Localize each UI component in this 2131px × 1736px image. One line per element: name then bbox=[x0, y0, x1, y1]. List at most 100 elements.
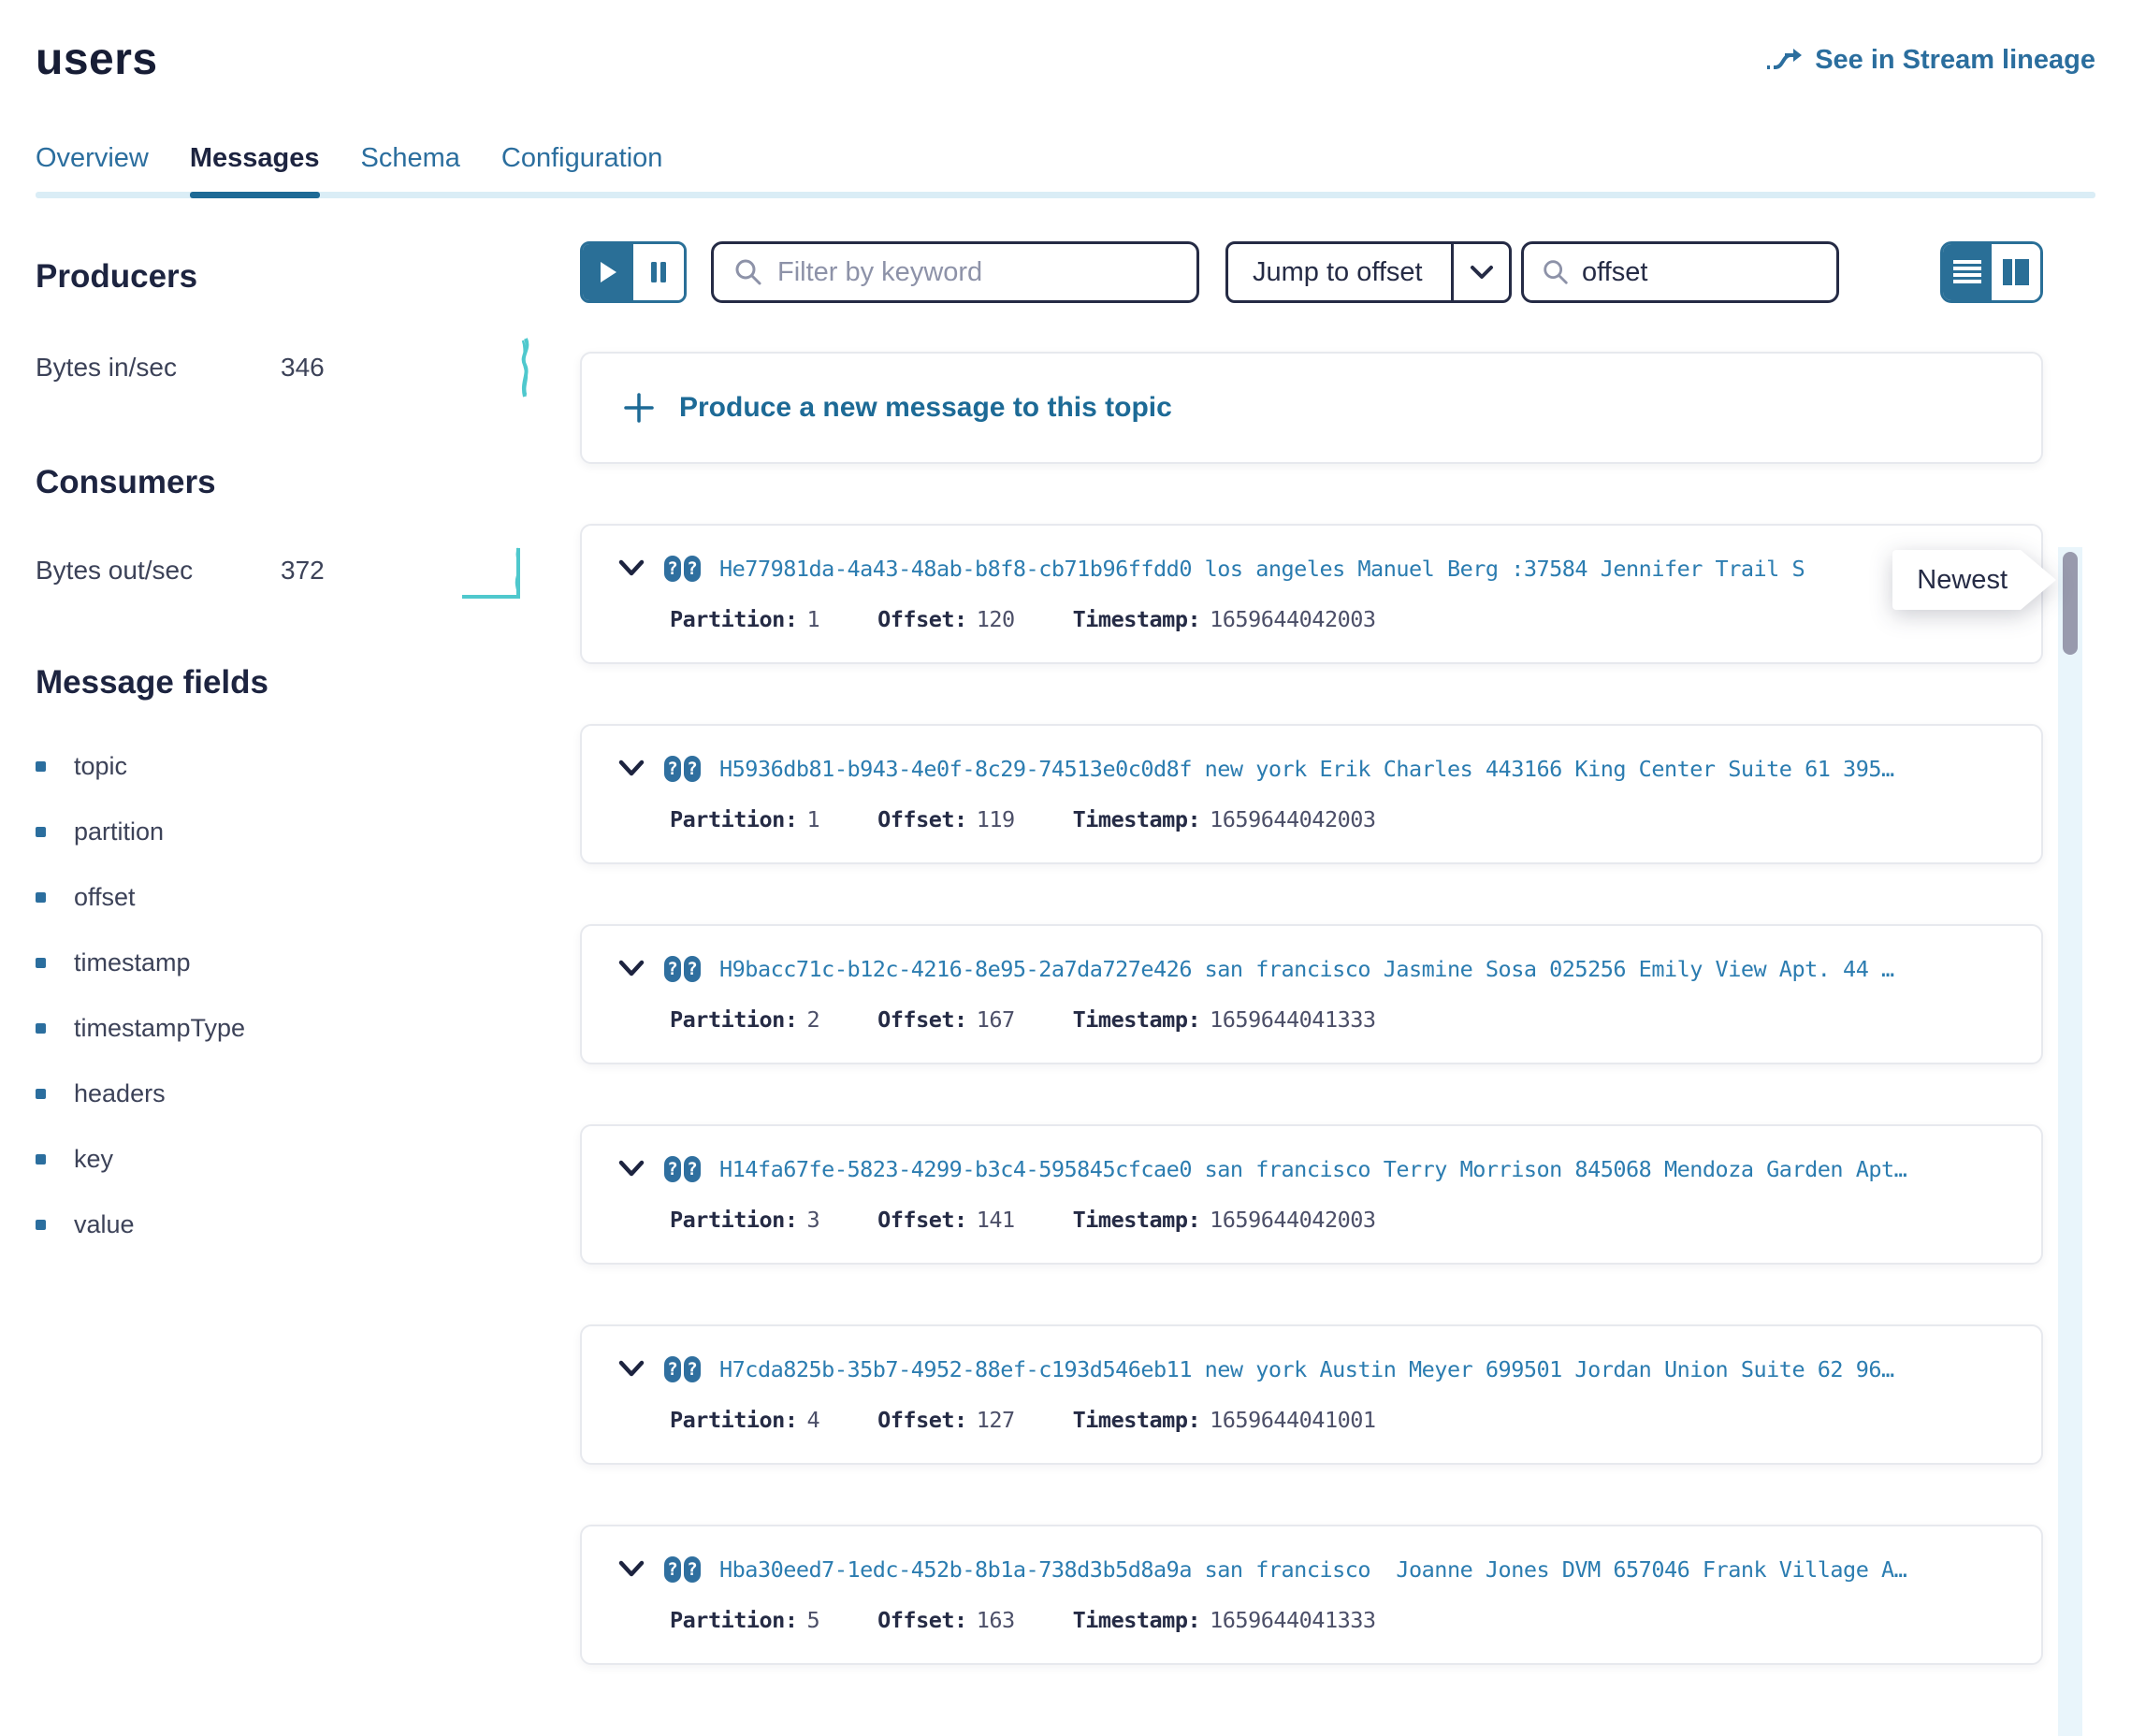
consumers-section: Consumers Bytes out/sec 372 bbox=[36, 464, 548, 602]
bullet-icon bbox=[36, 1023, 46, 1034]
offset-field: Offset:163 bbox=[877, 1607, 1015, 1633]
play-button[interactable] bbox=[583, 244, 633, 300]
bytes-out-value: 372 bbox=[281, 556, 325, 586]
field-item-headers[interactable]: headers bbox=[36, 1061, 548, 1126]
messages-toolbar: Jump to offset bbox=[580, 241, 2043, 303]
split-view-button[interactable] bbox=[1992, 244, 2040, 300]
unknown-char-icon: ?? bbox=[664, 556, 701, 582]
produce-message-label: Produce a new message to this topic bbox=[679, 392, 1172, 424]
producers-section: Producers Bytes in/sec 346 bbox=[36, 258, 548, 402]
message-fields-list: topic partition offset timestamp timesta… bbox=[36, 733, 548, 1257]
message-row[interactable]: ?? H5936db81-b943-4e0f-8c29-74513e0c0d8f… bbox=[580, 724, 2043, 864]
field-item-key[interactable]: key bbox=[36, 1126, 548, 1192]
unknown-char-icon: ?? bbox=[664, 956, 701, 982]
message-preview: H7cda825b-35b7-4952-88ef-c193d546eb11 ne… bbox=[719, 1356, 1894, 1382]
stream-lineage-icon bbox=[1764, 47, 1804, 75]
field-item-offset[interactable]: offset bbox=[36, 864, 548, 930]
bullet-icon bbox=[36, 1089, 46, 1099]
offset-field: Offset:167 bbox=[877, 1006, 1015, 1033]
tab-schema[interactable]: Schema bbox=[361, 143, 460, 198]
split-view-icon bbox=[2002, 259, 2030, 285]
tab-configuration[interactable]: Configuration bbox=[501, 143, 663, 198]
message-preview: He77981da-4a43-48ab-b8f8-cb71b96ffdd0 lo… bbox=[719, 556, 1805, 582]
stream-lineage-label: See in Stream lineage bbox=[1815, 45, 2095, 76]
stream-lineage-link[interactable]: See in Stream lineage bbox=[1764, 45, 2095, 76]
expand-chevron-icon[interactable] bbox=[617, 759, 645, 779]
view-mode-toggle bbox=[1940, 241, 2043, 303]
message-row[interactable]: ?? H9bacc71c-b12c-4216-8e95-2a7da727e426… bbox=[580, 924, 2043, 1064]
partition-field: Partition:4 bbox=[670, 1407, 819, 1433]
timestamp-field: Timestamp:1659644042003 bbox=[1073, 1207, 1376, 1233]
tab-messages[interactable]: Messages bbox=[190, 143, 320, 198]
bullet-icon bbox=[36, 761, 46, 772]
offset-search-field bbox=[1521, 241, 1839, 303]
offset-search-input[interactable] bbox=[1582, 257, 1819, 288]
field-item-partition[interactable]: partition bbox=[36, 799, 548, 864]
partition-field: Partition:1 bbox=[670, 606, 819, 632]
plus-icon bbox=[623, 392, 655, 424]
expand-chevron-icon[interactable] bbox=[617, 558, 645, 579]
tooltip-arrow-icon bbox=[2021, 550, 2056, 610]
timestamp-field: Timestamp:1659644041333 bbox=[1073, 1607, 1376, 1633]
message-row[interactable]: ?? He77981da-4a43-48ab-b8f8-cb71b96ffdd0… bbox=[580, 524, 2043, 664]
pause-icon bbox=[649, 260, 668, 284]
sidebar: Producers Bytes in/sec 346 Consumer bbox=[36, 241, 548, 1665]
offset-field: Offset:141 bbox=[877, 1207, 1015, 1233]
expand-chevron-icon[interactable] bbox=[617, 1559, 645, 1580]
jump-to-offset-label: Jump to offset bbox=[1228, 244, 1451, 300]
bullet-icon bbox=[36, 1220, 46, 1230]
newest-tooltip: Newest bbox=[1892, 550, 2056, 610]
timestamp-field: Timestamp:1659644041333 bbox=[1073, 1006, 1376, 1033]
newest-tooltip-label: Newest bbox=[1892, 550, 2021, 610]
bullet-icon bbox=[36, 892, 46, 903]
expand-chevron-icon[interactable] bbox=[617, 1159, 645, 1179]
offset-field: Offset:120 bbox=[877, 606, 1015, 632]
bullet-icon bbox=[36, 958, 46, 968]
offset-field: Offset:127 bbox=[877, 1407, 1015, 1433]
list-view-button[interactable] bbox=[1943, 244, 1992, 300]
tab-overview[interactable]: Overview bbox=[36, 143, 149, 198]
timestamp-field: Timestamp:1659644041001 bbox=[1073, 1407, 1376, 1433]
partition-field: Partition:1 bbox=[670, 806, 819, 832]
bytes-out-sparkline bbox=[458, 539, 548, 602]
expand-chevron-icon[interactable] bbox=[617, 959, 645, 979]
bullet-icon bbox=[36, 827, 46, 837]
field-item-value[interactable]: value bbox=[36, 1192, 548, 1257]
search-icon bbox=[1541, 257, 1571, 287]
bytes-in-label: Bytes in/sec bbox=[36, 353, 281, 383]
partition-field: Partition:2 bbox=[670, 1006, 819, 1033]
play-pause-toggle bbox=[580, 241, 687, 303]
jump-to-offset-select[interactable]: Jump to offset bbox=[1225, 241, 1512, 303]
message-row[interactable]: ?? H7cda825b-35b7-4952-88ef-c193d546eb11… bbox=[580, 1324, 2043, 1465]
list-view-icon bbox=[1953, 259, 1981, 285]
unknown-char-icon: ?? bbox=[664, 1356, 701, 1382]
play-icon bbox=[598, 260, 618, 284]
messages-scrollbar-track[interactable] bbox=[2058, 547, 2082, 1736]
expand-chevron-icon[interactable] bbox=[617, 1359, 645, 1380]
topic-messages-page: users See in Stream lineage Overview Mes… bbox=[0, 0, 2131, 1736]
field-item-topic[interactable]: topic bbox=[36, 733, 548, 799]
filter-input[interactable] bbox=[777, 257, 1178, 288]
bytes-in-sparkline bbox=[501, 333, 548, 402]
message-row[interactable]: ?? Hba30eed7-1edc-452b-8b1a-738d3b5d8a9a… bbox=[580, 1525, 2043, 1665]
consumers-title: Consumers bbox=[36, 464, 548, 501]
search-icon bbox=[732, 256, 764, 288]
produce-message-button[interactable]: Produce a new message to this topic bbox=[580, 352, 2043, 464]
field-item-timestampType[interactable]: timestampType bbox=[36, 995, 548, 1061]
message-fields-title: Message fields bbox=[36, 664, 548, 702]
messages-scrollbar-thumb[interactable] bbox=[2063, 552, 2078, 655]
bytes-in-value: 346 bbox=[281, 353, 325, 383]
pause-button[interactable] bbox=[633, 244, 684, 300]
partition-field: Partition:3 bbox=[670, 1207, 819, 1233]
message-row[interactable]: ?? H14fa67fe-5823-4299-b3c4-595845cfcae0… bbox=[580, 1124, 2043, 1265]
messages-panel: Jump to offset bbox=[580, 241, 2095, 1665]
bullet-icon bbox=[36, 1154, 46, 1165]
bytes-in-stat: Bytes in/sec 346 bbox=[36, 333, 548, 402]
field-item-timestamp[interactable]: timestamp bbox=[36, 930, 548, 995]
tab-bar: Overview Messages Schema Configuration bbox=[36, 143, 2095, 198]
message-preview: Hba30eed7-1edc-452b-8b1a-738d3b5d8a9a sa… bbox=[719, 1556, 1906, 1583]
bytes-out-stat: Bytes out/sec 372 bbox=[36, 539, 548, 602]
chevron-down-icon bbox=[1451, 244, 1509, 300]
message-preview: H14fa67fe-5823-4299-b3c4-595845cfcae0 sa… bbox=[719, 1156, 1906, 1182]
partition-field: Partition:5 bbox=[670, 1607, 819, 1633]
